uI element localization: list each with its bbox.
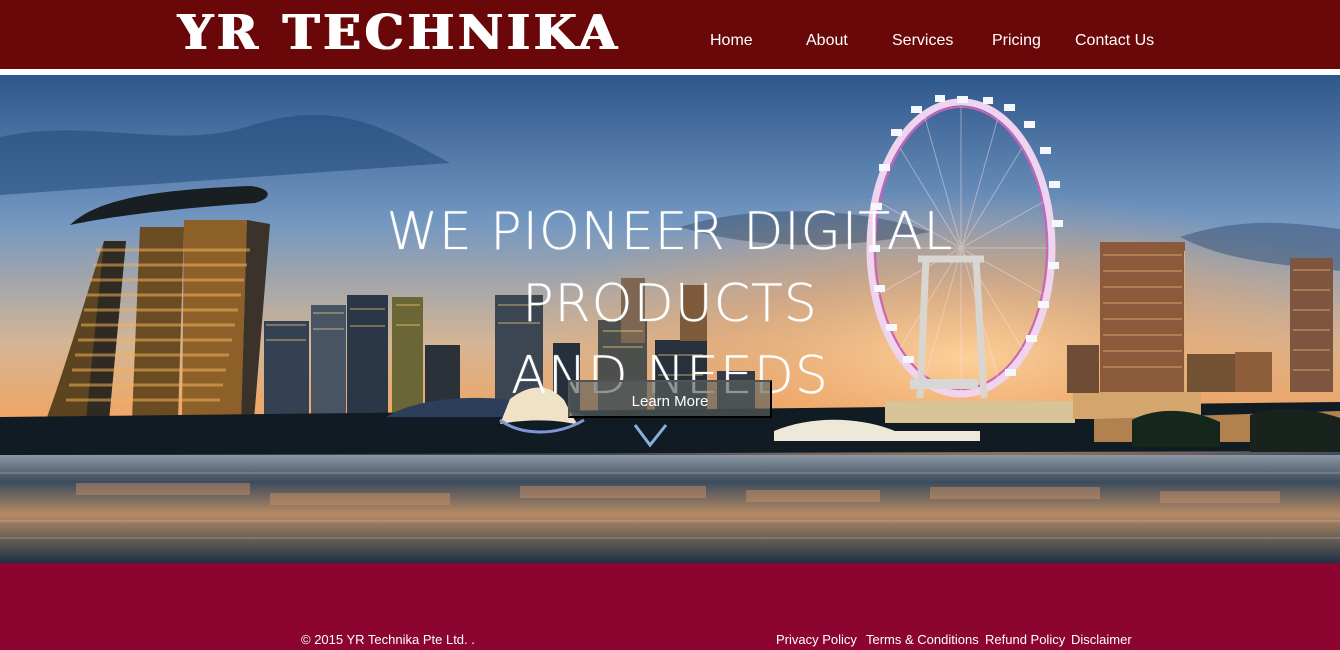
terms-and-conditions-link[interactable]: Terms & Conditions: [866, 632, 979, 648]
privacy-policy-link[interactable]: Privacy Policy: [776, 632, 857, 648]
disclaimer-link[interactable]: Disclaimer: [1071, 632, 1132, 648]
nav-services-link[interactable]: Services: [892, 29, 953, 55]
hero-headline-line-one: WE PIONEER DIGITAL PRODUCTS: [386, 201, 954, 334]
site-header: YR TECHNIKA Home About Services Pricing …: [0, 0, 1340, 69]
nav-pricing-link[interactable]: Pricing: [992, 29, 1041, 55]
nav-about-link[interactable]: About: [806, 29, 848, 55]
hero-headline: WE PIONEER DIGITAL PRODUCTS AND NEEDS: [230, 196, 1110, 406]
learn-more-button[interactable]: Learn More: [568, 380, 772, 418]
site-footer: © 2015 YR Technika Pte Ltd. . Privacy Po…: [0, 563, 1340, 650]
page: YR TECHNIKA Home About Services Pricing …: [0, 0, 1340, 650]
hero-section: WE PIONEER DIGITAL PRODUCTS AND NEEDS Le…: [0, 75, 1340, 563]
main-navigation: Home About Services Pricing Contact Us: [0, 29, 1340, 55]
nav-contact-us-link[interactable]: Contact Us: [1075, 29, 1154, 55]
refund-policy-link[interactable]: Refund Policy: [985, 632, 1065, 648]
nav-home-link[interactable]: Home: [710, 29, 753, 55]
copyright-notice: © 2015 YR Technika Pte Ltd. .: [301, 632, 475, 647]
